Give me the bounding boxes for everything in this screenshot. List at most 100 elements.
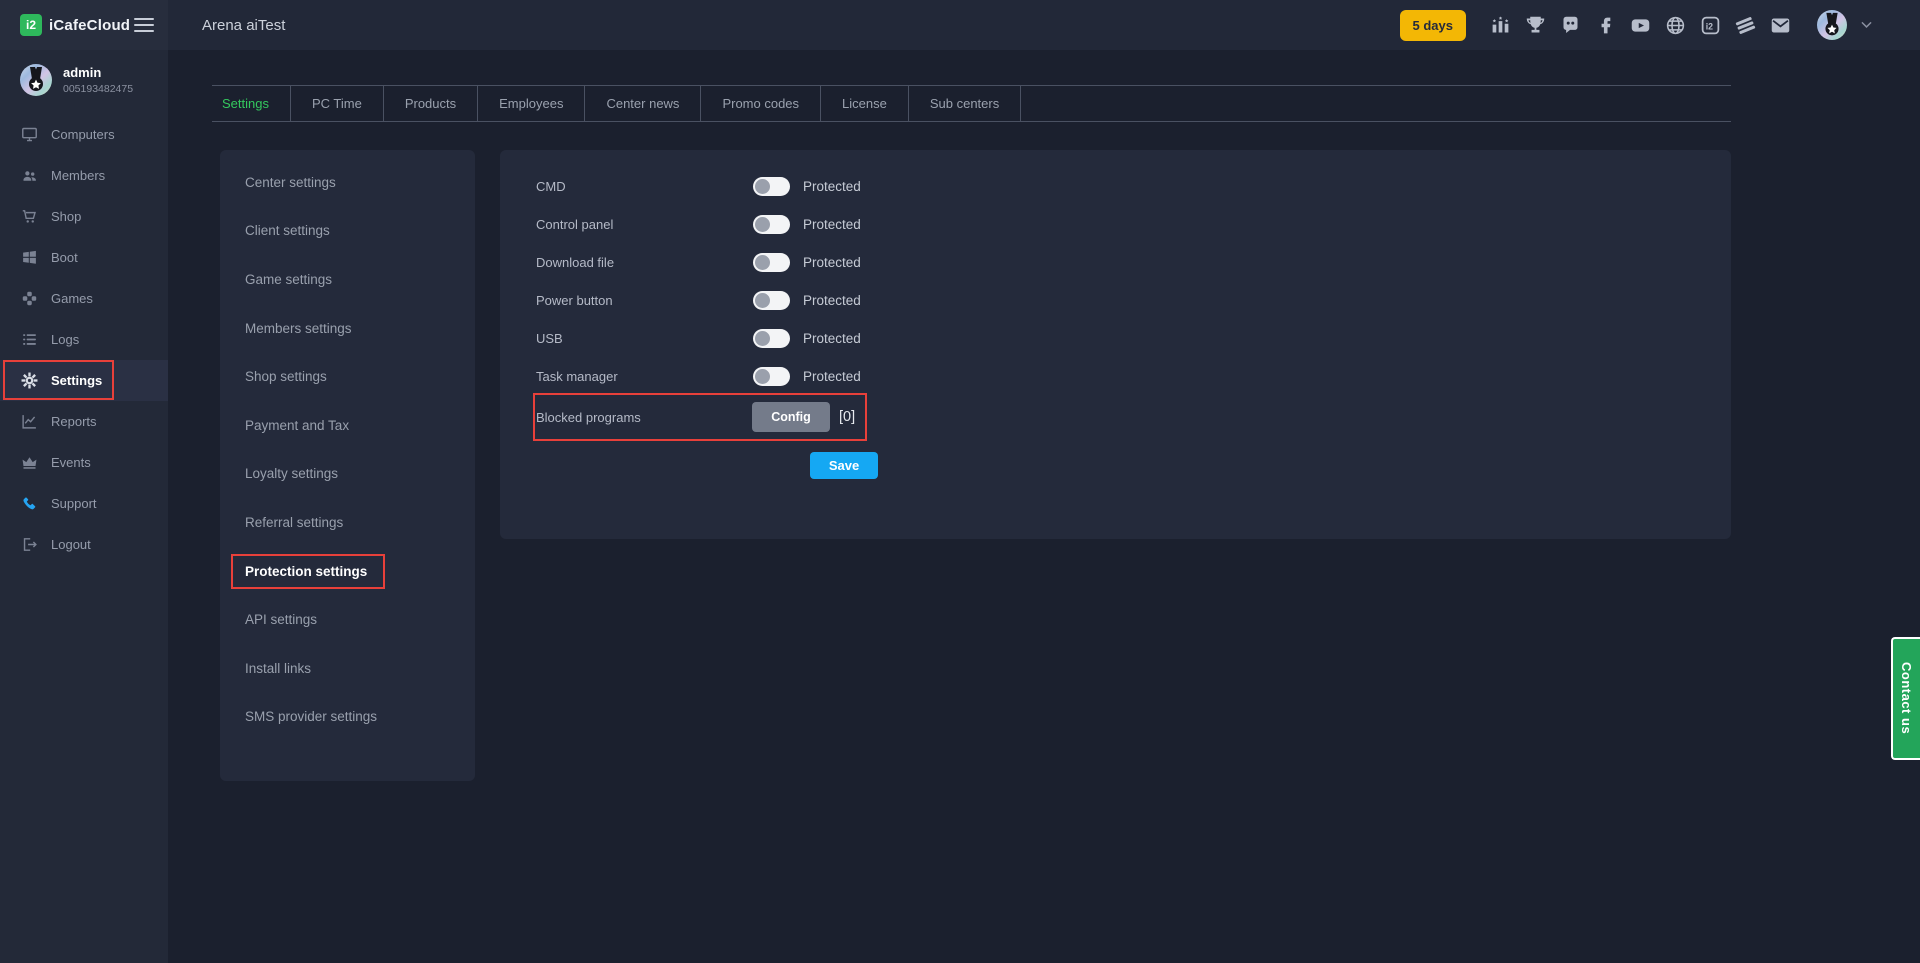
chart-icon (21, 413, 38, 430)
nav-item-game-settings[interactable]: Game settings (220, 255, 475, 304)
sidebar-avatar (20, 64, 52, 96)
toggle-knob (755, 217, 770, 232)
sidebar-item-boot[interactable]: Boot (0, 237, 168, 278)
nav-item-label: Payment and Tax (245, 418, 349, 433)
toggle-knob (755, 369, 770, 384)
blocked-programs-count: [0] (839, 409, 855, 425)
cmd-toggle[interactable] (753, 177, 790, 196)
nav-item-label: Game settings (245, 272, 332, 287)
discord-icon[interactable] (1560, 15, 1581, 36)
topbar-brand-section: i2 iCafeCloud (0, 0, 168, 50)
facebook-icon[interactable] (1595, 15, 1616, 36)
sidebar-item-label: Members (51, 168, 105, 183)
sidebar-item-label: Computers (51, 127, 115, 142)
sidebar-item-support[interactable]: Support (0, 483, 168, 524)
youtube-icon[interactable] (1630, 15, 1651, 36)
users-icon (21, 167, 38, 184)
protection-row-control-panel: Control panel Protected (536, 205, 1731, 243)
nav-item-center-settings[interactable]: Center settings (220, 158, 475, 207)
tab-pc-time[interactable]: PC Time (291, 86, 384, 121)
sidebar-item-label: Boot (51, 250, 78, 265)
trophy-icon[interactable] (1525, 15, 1546, 36)
sidebar-user[interactable]: admin 005193482475 (0, 50, 168, 96)
config-button[interactable]: Config (752, 402, 830, 432)
hamburger-menu-icon[interactable] (134, 18, 154, 32)
sidebar-item-logout[interactable]: Logout (0, 524, 168, 565)
ranking-icon[interactable] (1490, 15, 1511, 36)
control-panel-toggle[interactable] (753, 215, 790, 234)
protection-row-power-button: Power button Protected (536, 281, 1731, 319)
sidebar-menu: Computers Members Shop Boot Games Logs S… (0, 114, 168, 565)
sidebar-item-members[interactable]: Members (0, 155, 168, 196)
task-manager-toggle[interactable] (753, 367, 790, 386)
toggle-status-label: Protected (803, 293, 861, 308)
nav-item-label: Install links (245, 661, 311, 676)
list-icon (21, 331, 38, 348)
nav-item-sms-provider-settings[interactable]: SMS provider settings (220, 693, 475, 742)
nav-item-install-links[interactable]: Install links (220, 644, 475, 693)
row-label: Power button (536, 293, 753, 308)
tab-employees[interactable]: Employees (478, 86, 585, 121)
globe-icon[interactable] (1665, 15, 1686, 36)
sidebar-item-computers[interactable]: Computers (0, 114, 168, 155)
nav-item-loyalty-settings[interactable]: Loyalty settings (220, 450, 475, 499)
row-label: Task manager (536, 369, 753, 384)
sidebar: admin 005193482475 Computers Members Sho… (0, 50, 168, 963)
user-avatar[interactable] (1817, 10, 1847, 40)
cart-icon (21, 208, 38, 225)
annotation-box-protection-settings: Protection settings (231, 554, 385, 589)
sidebar-item-events[interactable]: Events (0, 442, 168, 483)
nav-item-shop-settings[interactable]: Shop settings (220, 352, 475, 401)
toggle-knob (755, 255, 770, 270)
sidebar-item-label: Events (51, 455, 91, 470)
protection-settings-card: CMD Protected Control panel Protected Do… (500, 150, 1731, 539)
power-button-toggle[interactable] (753, 291, 790, 310)
nav-item-label: Center settings (245, 175, 336, 190)
row-label: CMD (536, 179, 753, 194)
sidebar-item-label: Logout (51, 537, 91, 552)
download-file-toggle[interactable] (753, 253, 790, 272)
toggle-status-label: Protected (803, 331, 861, 346)
brand-name: iCafeCloud (49, 17, 130, 34)
layers-icon[interactable] (1735, 15, 1756, 36)
content-tabs: Settings PC Time Products Employees Cent… (212, 85, 1731, 122)
toggle-status-label: Protected (803, 179, 861, 194)
contact-us-tab[interactable]: Contact us (1891, 637, 1920, 760)
tab-products[interactable]: Products (384, 86, 478, 121)
save-button[interactable]: Save (810, 452, 878, 479)
brand-logo[interactable]: i2 iCafeCloud (20, 14, 130, 36)
tab-settings[interactable]: Settings (212, 86, 291, 121)
toggle-knob (755, 331, 770, 346)
sidebar-item-logs[interactable]: Logs (0, 319, 168, 360)
nav-item-protection-settings[interactable]: Protection settings (220, 547, 475, 596)
license-days-badge[interactable]: 5 days (1400, 10, 1466, 41)
gear-icon (21, 372, 38, 389)
icafecloud-logo-icon: i2 (20, 14, 42, 36)
sidebar-item-reports[interactable]: Reports (0, 401, 168, 442)
toggle-knob (755, 179, 770, 194)
sidebar-item-shop[interactable]: Shop (0, 196, 168, 237)
icafecloud-icon[interactable]: i2 (1700, 15, 1721, 36)
sidebar-item-label: Shop (51, 209, 81, 224)
protection-row-usb: USB Protected (536, 319, 1731, 357)
nav-item-label: Shop settings (245, 369, 327, 384)
nav-item-payment-and-tax[interactable]: Payment and Tax (220, 401, 475, 450)
tab-center-news[interactable]: Center news (585, 86, 701, 121)
sidebar-item-games[interactable]: Games (0, 278, 168, 319)
sidebar-item-label: Support (51, 496, 97, 511)
annotation-box-blocked-programs: Blocked programs Config [0] (533, 393, 867, 441)
tab-sub-centers[interactable]: Sub centers (909, 86, 1021, 121)
tab-license[interactable]: License (821, 86, 909, 121)
usb-toggle[interactable] (753, 329, 790, 348)
mail-icon[interactable] (1770, 15, 1791, 36)
nav-item-api-settings[interactable]: API settings (220, 595, 475, 644)
toggle-status-label: Protected (803, 255, 861, 270)
sidebar-item-settings[interactable]: Settings (0, 360, 168, 401)
nav-item-members-settings[interactable]: Members settings (220, 304, 475, 353)
page-title: Arena aiTest (202, 17, 285, 34)
nav-item-client-settings[interactable]: Client settings (220, 207, 475, 256)
tab-promo-codes[interactable]: Promo codes (701, 86, 821, 121)
blocked-programs-label: Blocked programs (536, 410, 752, 425)
nav-item-referral-settings[interactable]: Referral settings (220, 498, 475, 547)
chevron-down-icon[interactable] (1861, 21, 1872, 29)
